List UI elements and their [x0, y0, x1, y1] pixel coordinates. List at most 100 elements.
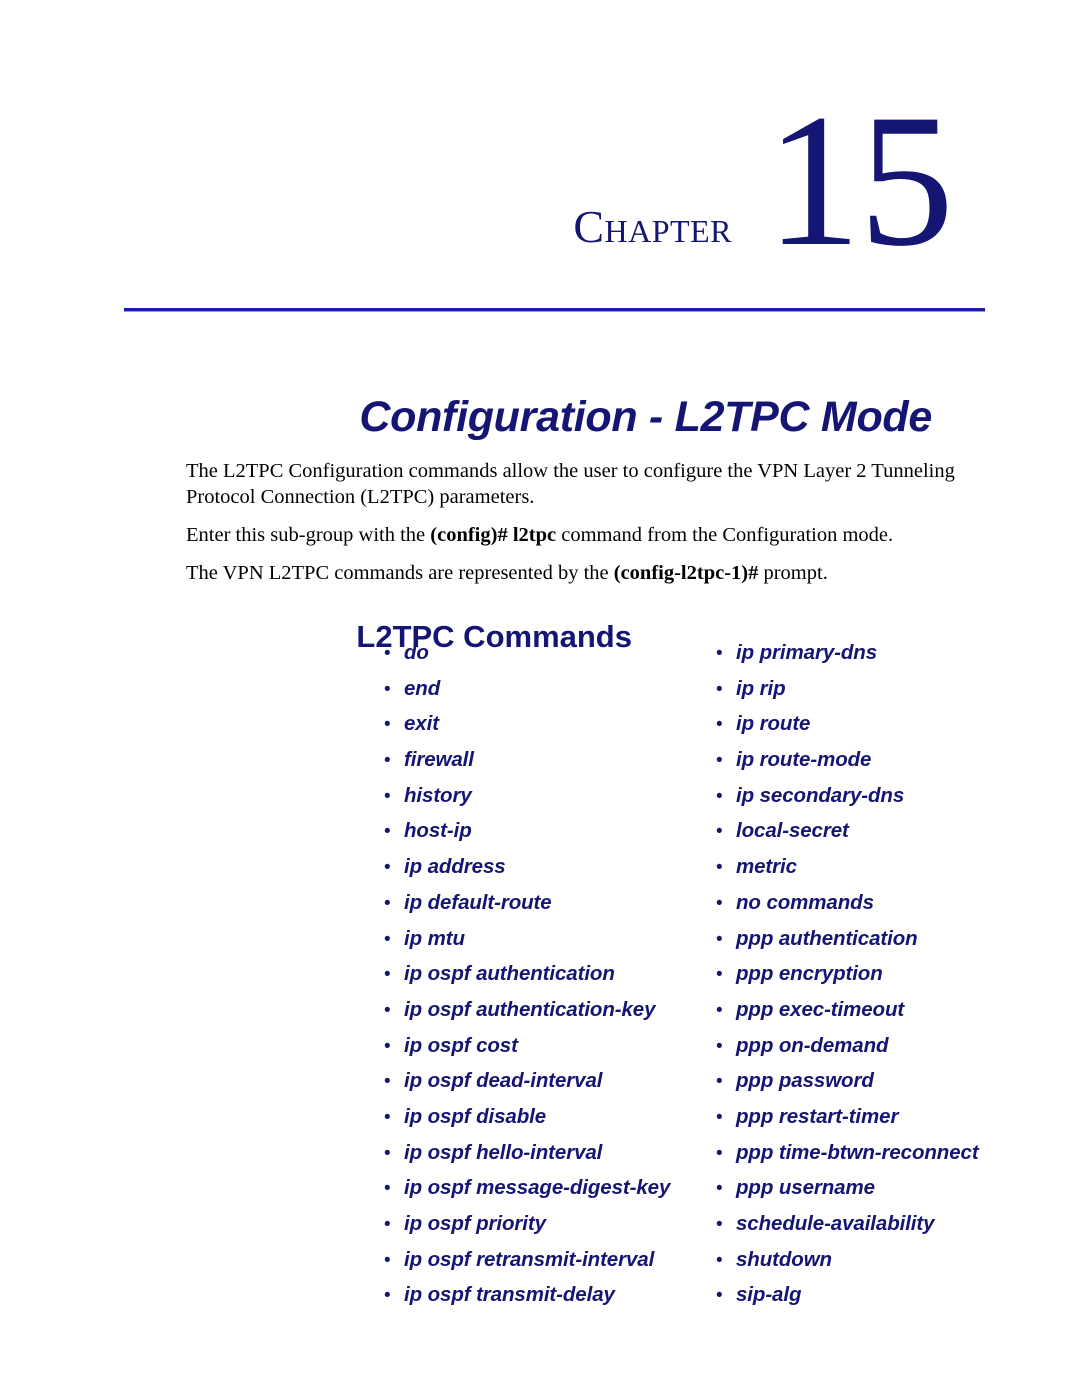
chapter-number-label: 15 — [766, 76, 954, 286]
bullet-icon: • — [384, 1178, 391, 1200]
command-label: ip ospf dead-interval — [404, 1069, 603, 1093]
bullet-icon: • — [384, 1106, 391, 1128]
command-list-item[interactable]: • ip ospf cost — [384, 1033, 716, 1072]
command-list-item[interactable]: • shutdown — [716, 1247, 1044, 1286]
command-list-item[interactable]: • ip ospf message-digest-key — [384, 1178, 716, 1214]
command-label: local-secret — [736, 819, 849, 843]
intro-paragraph-2-text-after: command from the Configuration mode. — [556, 524, 894, 546]
command-list-item[interactable]: • ip ospf authentication-key — [384, 999, 716, 1036]
command-label: ip mtu — [404, 926, 465, 950]
command-label: host-ip — [404, 819, 472, 843]
bullet-icon: • — [384, 1071, 391, 1093]
chapter-header: Chapter 15 — [0, 86, 954, 276]
command-label: ppp encryption — [736, 962, 883, 986]
command-list-item[interactable]: • host-ip — [384, 821, 716, 857]
bullet-icon: • — [384, 785, 391, 807]
command-label: schedule-availability — [736, 1212, 935, 1235]
command-label: ppp time-btwn-reconnect — [736, 1140, 979, 1164]
command-list-item[interactable]: • no commands — [716, 890, 1044, 929]
command-list-item[interactable]: • ppp exec-timeout — [716, 999, 1044, 1036]
command-list-item[interactable]: • ppp password — [716, 1071, 1044, 1107]
command-list-item[interactable]: • firewall — [384, 750, 716, 786]
bullet-icon: • — [716, 1142, 723, 1164]
command-list-item[interactable]: • ip route-mode — [716, 750, 1044, 786]
command-list-item[interactable]: • ip ospf dead-interval — [384, 1071, 716, 1107]
bullet-icon: • — [716, 714, 723, 736]
command-label: shutdown — [736, 1247, 832, 1271]
command-list-item[interactable]: • local-secret — [716, 821, 1044, 857]
command-list-item[interactable]: • ppp time-btwn-reconnect — [716, 1140, 1044, 1179]
bullet-icon: • — [716, 1214, 723, 1235]
command-list-item[interactable]: • metric — [716, 857, 1044, 893]
command-label: ip default-route — [404, 890, 552, 914]
bullet-icon: • — [716, 1249, 723, 1271]
command-label: ppp on-demand — [736, 1033, 889, 1057]
bullet-icon: • — [716, 821, 723, 843]
bullet-icon: • — [384, 643, 391, 664]
command-list-item[interactable]: • ip ospf transmit-delay — [384, 1285, 716, 1321]
intro-paragraph-3: The VPN L2TPC commands are represented b… — [186, 560, 986, 586]
command-list-item[interactable]: • ip ospf priority — [384, 1212, 716, 1250]
command-label: ppp authentication — [736, 926, 918, 950]
command-column-right: • ip primary-dns • ip rip • ip route • ip route… — [716, 641, 1044, 1321]
command-list-item[interactable]: • ip mtu — [384, 926, 716, 965]
bullet-icon: • — [384, 892, 391, 914]
command-label: ppp password — [736, 1069, 874, 1093]
command-list-item[interactable]: • end — [384, 676, 716, 715]
bullet-icon: • — [384, 1285, 391, 1307]
command-list-item[interactable]: • ppp encryption — [716, 964, 1044, 1000]
command-label: ip secondary-dns — [736, 783, 905, 807]
command-list-item[interactable]: • schedule-availability — [716, 1212, 1044, 1250]
intro-paragraph-2-text-before: Enter this sub-group with the — [186, 524, 431, 546]
command-label: no commands — [736, 890, 874, 914]
header-divider-rule — [124, 308, 985, 312]
page-title: Configuration - L2TPC Mode — [359, 392, 932, 441]
command-label: sip-alg — [736, 1283, 802, 1307]
command-list-item[interactable]: • ppp on-demand — [716, 1033, 1044, 1072]
command-list-item[interactable]: • ppp restart-timer — [716, 1104, 1044, 1143]
command-list-item[interactable]: • ip rip — [716, 676, 1044, 715]
command-list-item[interactable]: • ip ospf retransmit-interval — [384, 1249, 716, 1286]
command-label: ppp restart-timer — [736, 1104, 899, 1128]
command-list-item[interactable]: • ip ospf authentication — [384, 964, 716, 1000]
command-list-item[interactable]: • exit — [384, 714, 716, 750]
bullet-icon: • — [716, 785, 723, 807]
command-list-item[interactable]: • sip-alg — [716, 1285, 1044, 1321]
command-list-item[interactable]: • ip ospf disable — [384, 1104, 716, 1143]
command-label: ip address — [404, 855, 506, 879]
command-label: end — [404, 676, 441, 700]
intro-paragraphs: The L2TPC Configuration commands allow t… — [186, 458, 986, 586]
bullet-icon: • — [384, 1249, 391, 1271]
command-list-item[interactable]: • ip route — [716, 714, 1044, 750]
chapter-word-label: Chapter — [573, 201, 732, 252]
command-list-item[interactable]: • ip ospf hello-interval — [384, 1140, 716, 1179]
command-list: • do • end • exit • firewall • history • host-ip • ip… — [384, 641, 1044, 1321]
command-list-item[interactable]: • ip secondary-dns — [716, 783, 1044, 822]
bullet-icon: • — [384, 964, 391, 986]
bullet-icon: • — [716, 857, 723, 879]
bullet-icon: • — [384, 1035, 391, 1057]
bullet-icon: • — [716, 1178, 723, 1200]
command-label: ip ospf transmit-delay — [404, 1283, 615, 1307]
intro-paragraph-3-text-after: prompt. — [758, 562, 828, 584]
command-label: ip ospf hello-interval — [404, 1140, 603, 1164]
command-list-item[interactable]: • history — [384, 785, 716, 822]
command-list-item[interactable]: • ip primary-dns — [716, 641, 1044, 679]
bullet-icon: • — [384, 714, 391, 736]
command-label: ip ospf disable — [404, 1104, 547, 1128]
command-label: ip route — [736, 712, 811, 736]
command-list-item[interactable]: • ip default-route — [384, 890, 716, 929]
command-label: ip ospf priority — [404, 1212, 546, 1235]
command-label: ip primary-dns — [736, 641, 877, 664]
intro-paragraph-1-text: The L2TPC Configuration commands allow t… — [186, 460, 955, 508]
command-list-item[interactable]: • ppp username — [716, 1178, 1044, 1214]
bullet-icon: • — [384, 857, 391, 879]
command-list-item[interactable]: • ip address — [384, 857, 716, 893]
command-list-item[interactable]: • ppp authentication — [716, 926, 1044, 965]
intro-paragraph-2: Enter this sub-group with the (config)# … — [186, 522, 986, 548]
bullet-icon: • — [716, 643, 723, 664]
command-label: ip ospf cost — [404, 1033, 518, 1057]
command-list-item[interactable]: • do — [384, 642, 716, 679]
command-label: ip rip — [736, 676, 786, 700]
command-label: ip route-mode — [736, 748, 872, 772]
